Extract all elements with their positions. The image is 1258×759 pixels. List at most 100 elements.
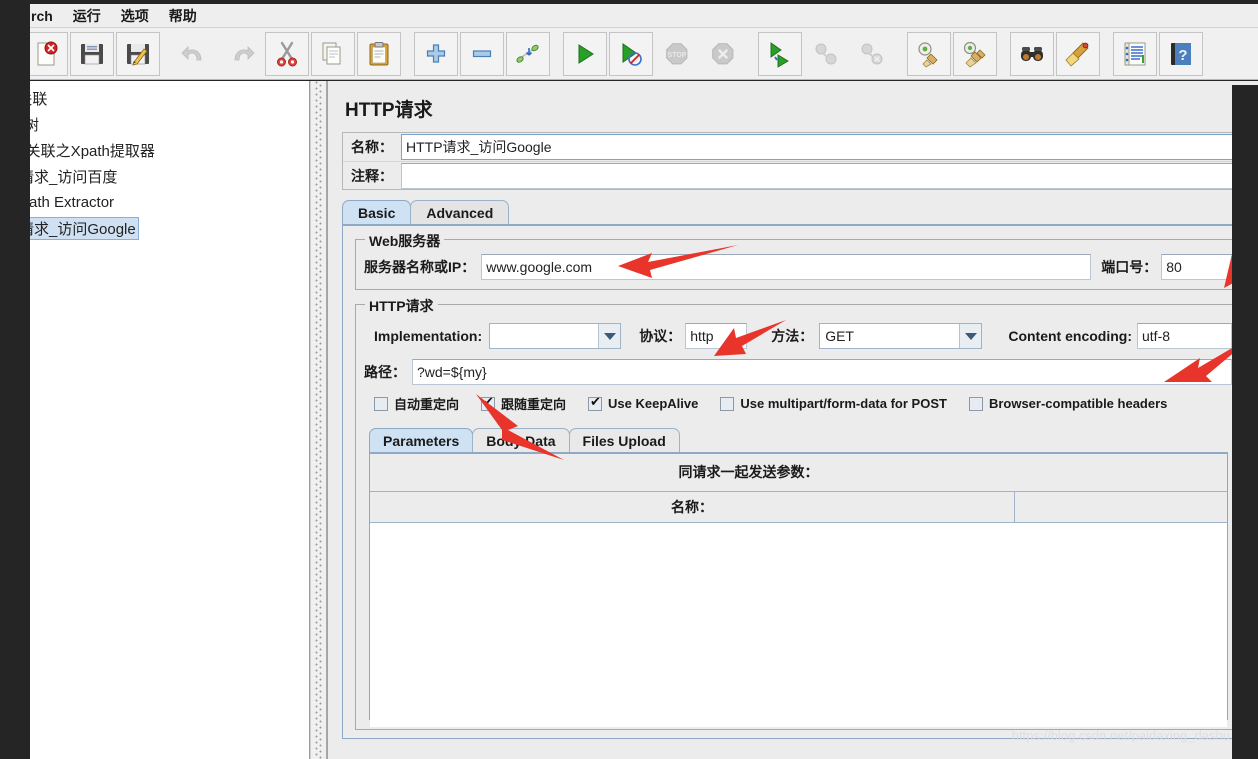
toolbar-separator-5: [896, 34, 907, 74]
toolbar-clear-all[interactable]: [953, 31, 997, 76]
test-plan-tree[interactable]: _关联 果树 1_关联之Xpath提取器 P请求_访问百度 XPath Extr…: [0, 81, 310, 759]
checkbox-box[interactable]: [968, 396, 983, 411]
splitter-grip[interactable]: [315, 81, 323, 759]
toolbar-paste[interactable]: [357, 31, 401, 76]
comment-input[interactable]: [401, 162, 1253, 189]
checkbox-label: Use KeepAlive: [608, 396, 699, 411]
checkbox-follow-redirects[interactable]: 跟随重定向: [481, 394, 566, 413]
toolbar-group-file: [24, 31, 162, 76]
page-title: HTTP请求: [345, 100, 433, 121]
web-server-group: Web服务器 服务器名称或IP： www.google.com 端口号： 80: [355, 231, 1258, 290]
toolbar-remote-start-all[interactable]: [758, 31, 802, 76]
protocol-label: 协议：: [639, 328, 682, 344]
tree-item-guanlian[interactable]: _关联: [0, 85, 309, 111]
name-input[interactable]: HTTP请求_访问Google: [401, 134, 1253, 160]
toolbar-function-helper[interactable]: [1113, 31, 1157, 76]
jmeter-window: rch 运行 选项 帮助 STOP ? 1_关联之Xpath提取器 P请求_访问…: [0, 0, 1258, 759]
checkbox-use-keepalive[interactable]: Use KeepAlive: [588, 395, 699, 411]
protocol-input[interactable]: http: [685, 323, 748, 349]
toolbar-group-help: ?: [1113, 31, 1205, 76]
basic-tab-panel: Web服务器 服务器名称或IP： www.google.com 端口号： 80 …: [342, 224, 1258, 739]
checkbox-use-multipart[interactable]: Use multipart/form-data for POST: [720, 396, 947, 411]
web-server-row: 服务器名称或IP： www.google.com 端口号： 80: [364, 254, 1258, 280]
tab-body-data[interactable]: Body Data: [472, 428, 570, 452]
tree-item-xpath-extractor[interactable]: XPath Extractor: [0, 189, 309, 215]
toolbar-redo[interactable]: [219, 32, 263, 76]
implementation-label: Implementation:: [374, 328, 483, 344]
toolbar-group-tree: [414, 31, 552, 76]
tree-item-http-google[interactable]: P请求_访问Google: [0, 215, 309, 241]
toolbar-save-as[interactable]: [116, 31, 160, 76]
checkbox-box[interactable]: [588, 395, 603, 411]
tree-item-http-baidu[interactable]: P请求_访问百度: [0, 163, 309, 189]
frame-left-edge: [0, 0, 30, 759]
toolbar-group-run: STOP: [563, 31, 747, 76]
send-parameters-label: 同请求一起发送参数：: [678, 464, 819, 480]
toolbar-help[interactable]: ?: [1159, 31, 1203, 76]
toolbar-save[interactable]: [70, 31, 114, 76]
tab-advanced[interactable]: Advanced: [410, 200, 510, 224]
http-request-editor: HTTP请求 名称： HTTP请求_访问Google 注释： Basic Adv…: [327, 81, 1258, 759]
method-label: 方法：: [771, 328, 814, 344]
toolbar-reset-search[interactable]: [1056, 31, 1100, 76]
toolbar-group-clipboard: [265, 31, 403, 76]
implementation-combo[interactable]: [489, 323, 622, 349]
parameters-table-body[interactable]: [370, 523, 1227, 727]
name-label: 名称：: [351, 139, 393, 155]
toolbar-cut[interactable]: [265, 31, 309, 76]
tree-item-results-tree[interactable]: 果树: [0, 111, 309, 137]
toolbar-start[interactable]: [563, 31, 607, 76]
tab-files-upload[interactable]: Files Upload: [568, 428, 680, 452]
path-row: 路径： ?wd=${my}: [364, 359, 1232, 385]
tab-basic[interactable]: Basic: [342, 200, 412, 224]
toolbar-group-remote: [758, 31, 896, 76]
chevron-down-icon[interactable]: [959, 324, 982, 348]
column-header-name[interactable]: 名称：: [370, 492, 1015, 523]
parameters-table-header: 名称：: [370, 491, 1227, 523]
menu-item-options[interactable]: 选项: [112, 5, 158, 27]
checkbox-box[interactable]: [481, 395, 496, 411]
checkbox-box[interactable]: [374, 396, 388, 411]
toolbar-expand-all[interactable]: [414, 31, 458, 76]
toolbar-undo[interactable]: [173, 32, 217, 76]
name-comment-block: 名称： HTTP请求_访问Google 注释：: [342, 132, 1254, 190]
implementation-row: Implementation: 协议： http 方法： GET Content…: [364, 323, 1232, 349]
toolbar-new[interactable]: [24, 31, 68, 76]
path-input[interactable]: ?wd=${my}: [412, 359, 1232, 385]
toolbar-toggle[interactable]: [506, 31, 550, 76]
toolbar-remote-shutdown[interactable]: [850, 32, 894, 76]
toolbar-start-no-pauses[interactable]: [609, 31, 653, 76]
menu-item-help[interactable]: 帮助: [160, 5, 206, 27]
parameters-tab-panel: 同请求一起发送参数： 名称：: [369, 452, 1228, 727]
checkbox-box[interactable]: [720, 396, 735, 411]
toolbar-shutdown[interactable]: [701, 32, 745, 76]
content-encoding-label: Content encoding:: [1008, 328, 1132, 344]
host-input[interactable]: www.google.com: [481, 254, 1092, 280]
toolbar-separator-3: [552, 34, 563, 74]
toolbar-copy[interactable]: [311, 31, 355, 76]
toolbar-separator-1: [162, 34, 173, 74]
checkbox-browser-compatible-headers[interactable]: Browser-compatible headers: [968, 396, 1168, 411]
toolbar-search[interactable]: [1010, 31, 1054, 76]
toolbar-separator-7: [1102, 34, 1113, 74]
menu-item-run[interactable]: 运行: [64, 5, 110, 27]
http-request-group: HTTP请求 Implementation: 协议： http 方法： GET …: [355, 296, 1241, 730]
method-combo[interactable]: GET: [819, 323, 983, 349]
checkbox-label: Browser-compatible headers: [988, 396, 1168, 411]
toolbar-collapse-all[interactable]: [460, 31, 504, 76]
tab-parameters[interactable]: Parameters: [369, 428, 474, 452]
column-header-value[interactable]: [1015, 492, 1227, 523]
toolbar-remote-stop-all[interactable]: [804, 32, 848, 76]
content-encoding-input[interactable]: utf-8: [1137, 323, 1232, 349]
tree-item-xpath-extractor-1[interactable]: 1_关联之Xpath提取器: [0, 137, 309, 163]
toolbar-separator-2: [403, 34, 414, 74]
toolbar-clear[interactable]: [907, 31, 951, 76]
chevron-down-icon[interactable]: [598, 324, 621, 348]
svg-text:?: ?: [1178, 47, 1187, 64]
host-label: 服务器名称或IP：: [364, 259, 476, 275]
toolbar-stop[interactable]: STOP: [655, 32, 699, 76]
toolbar-group-search: [1010, 31, 1102, 76]
checkbox-label: 跟随重定向: [501, 397, 567, 412]
checkbox-auto-redirect[interactable]: 自动重定向: [374, 394, 459, 413]
panel-splitter[interactable]: [310, 81, 327, 759]
